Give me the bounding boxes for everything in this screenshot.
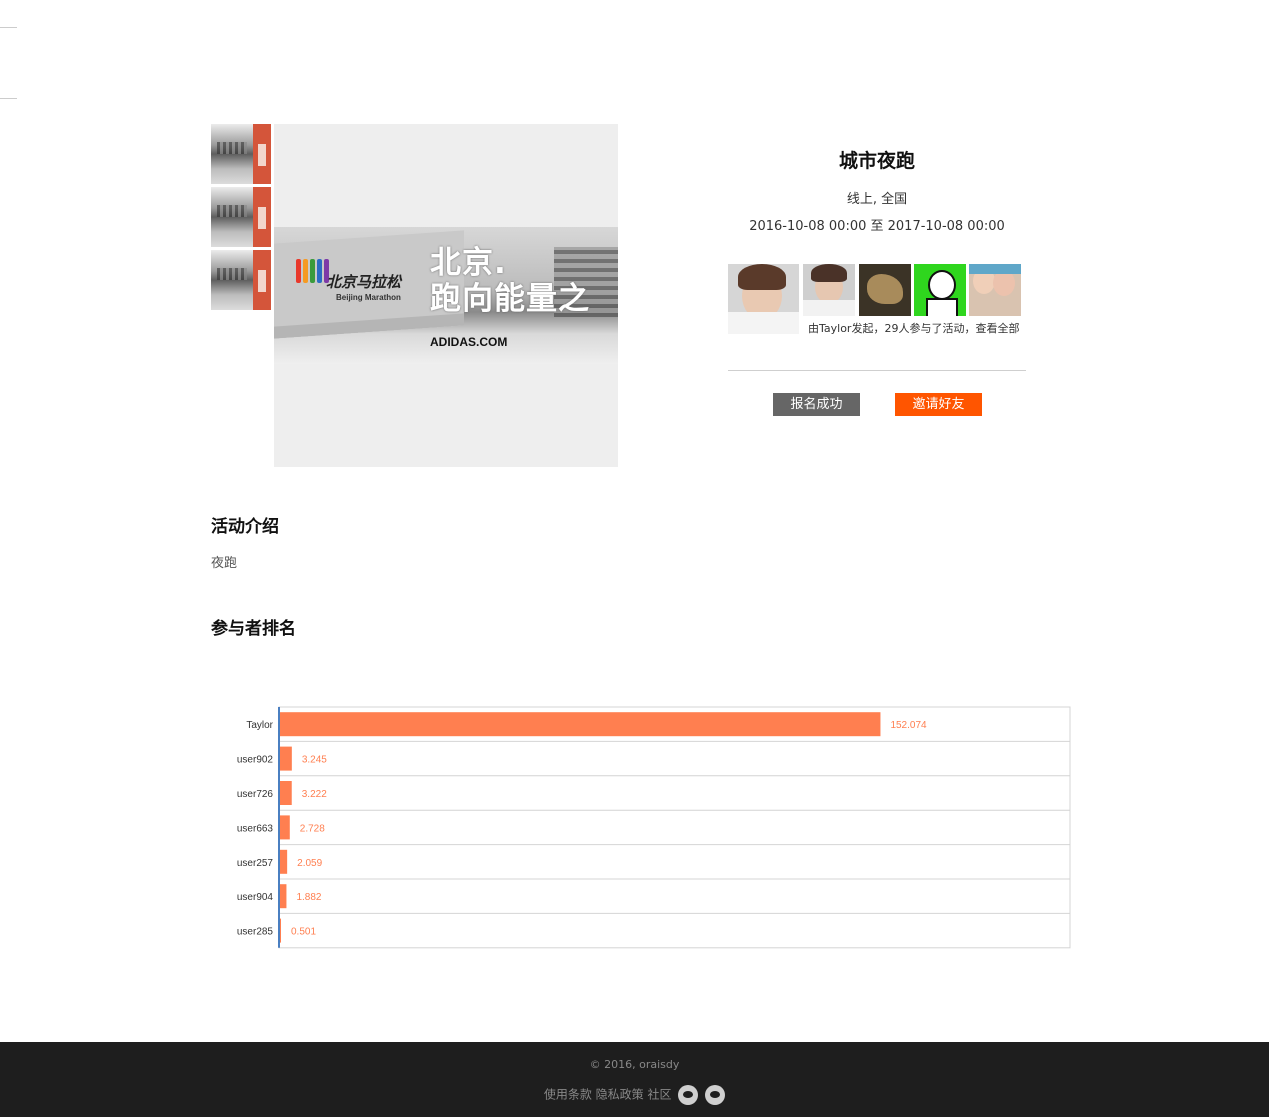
- chart-bar: [279, 815, 290, 840]
- intro-heading: 活动介绍: [211, 517, 279, 537]
- chart-value-label: 2.059: [297, 858, 322, 869]
- slogan-line-2: 跑向能量之: [430, 281, 590, 317]
- footer-links: 使用条款 隐私政策 社区: [0, 1085, 1269, 1105]
- slogan-line-1: 北京.: [430, 245, 507, 281]
- chart-value-label: 1.882: [296, 892, 321, 903]
- weibo-icon[interactable]: [678, 1085, 699, 1105]
- ranking-chart-svg: Taylor 152.074 user902 3.245 user726 3.222 use…: [237, 706, 1071, 949]
- chart-category-label: user663: [237, 823, 274, 834]
- banner-slogan: 北京. 跑向能量之: [430, 245, 590, 317]
- participants-summary-link[interactable]: 由Taylor发起，29人参与了活动，查看全部: [808, 320, 1019, 336]
- avatar[interactable]: [969, 264, 1021, 316]
- event-date-range: 2016-10-08 00:00 至 2017-10-08 00:00: [749, 219, 1005, 234]
- chart-category-label: user904: [237, 892, 274, 903]
- chart-category-label: user285: [237, 927, 274, 938]
- chart-bar: [279, 712, 881, 737]
- chart-value-label: 0.501: [291, 927, 316, 938]
- avatar[interactable]: [728, 264, 799, 334]
- gallery-thumbnail[interactable]: [211, 124, 271, 184]
- divider: [728, 370, 1026, 371]
- marathon-logo-text: 北京马拉松: [326, 273, 402, 291]
- event-info-panel: 城市夜跑 线上, 全国 2016-10-08 00:00 至 2017-10-0…: [728, 124, 1026, 417]
- edge-divider-top: [0, 27, 17, 28]
- registered-button[interactable]: 报名成功: [773, 393, 860, 416]
- invite-friends-button[interactable]: 邀请好友: [895, 393, 982, 416]
- chart-category-label: user902: [237, 755, 274, 766]
- terms-link[interactable]: 使用条款: [544, 1088, 592, 1102]
- marathon-banner: 北京马拉松 Beijing Marathon 北京. 跑向能量之 ADIDAS.…: [274, 227, 618, 364]
- copyright: © 2016, oraisdy: [589, 1058, 680, 1071]
- participant-avatars: 由Taylor发起，29人参与了活动，查看全部: [728, 264, 1026, 336]
- action-buttons: 报名成功 邀请好友: [728, 393, 1026, 417]
- chart-bar: [279, 746, 292, 771]
- chart-value-label: 2.728: [300, 823, 325, 834]
- avatar[interactable]: [914, 264, 966, 316]
- marathon-logo-subtitle: Beijing Marathon: [336, 293, 401, 302]
- chart-value-label: 3.222: [302, 789, 327, 800]
- banner-brand: ADIDAS.COM: [430, 335, 508, 349]
- chart-category-label: Taylor: [246, 720, 273, 731]
- gallery-thumbnail[interactable]: [211, 187, 271, 247]
- chart-value-label: 3.245: [302, 755, 327, 766]
- chart-category-label: user726: [237, 789, 274, 800]
- chart-bar: [279, 781, 292, 805]
- ranking-chart: Taylor 152.074 user902 3.245 user726 3.222 use…: [211, 705, 1071, 950]
- chart-plot-frame: [278, 706, 1071, 949]
- community-link[interactable]: 社区: [648, 1088, 672, 1102]
- chart-bar: [279, 849, 288, 874]
- gallery-thumbnail[interactable]: [211, 250, 271, 310]
- footer: © 2016, oraisdy 使用条款 隐私政策 社区: [0, 1042, 1269, 1117]
- wechat-icon[interactable]: [705, 1085, 726, 1105]
- intro-text: 夜跑: [211, 556, 238, 571]
- thumbnail-strip: [211, 124, 271, 313]
- privacy-link[interactable]: 隐私政策: [596, 1088, 644, 1102]
- avatar[interactable]: [803, 264, 855, 316]
- chart-category-label: user257: [237, 858, 274, 869]
- main-event-image[interactable]: 北京马拉松 Beijing Marathon 北京. 跑向能量之 ADIDAS.…: [274, 124, 618, 467]
- avatar[interactable]: [859, 264, 911, 316]
- event-title: 城市夜跑: [838, 150, 915, 172]
- edge-divider-bottom: [0, 98, 17, 99]
- chart-bar: [279, 884, 287, 909]
- chart-value-label: 152.074: [890, 720, 927, 731]
- event-location: 线上, 全国: [846, 192, 908, 207]
- ranking-heading: 参与者排名: [211, 619, 296, 639]
